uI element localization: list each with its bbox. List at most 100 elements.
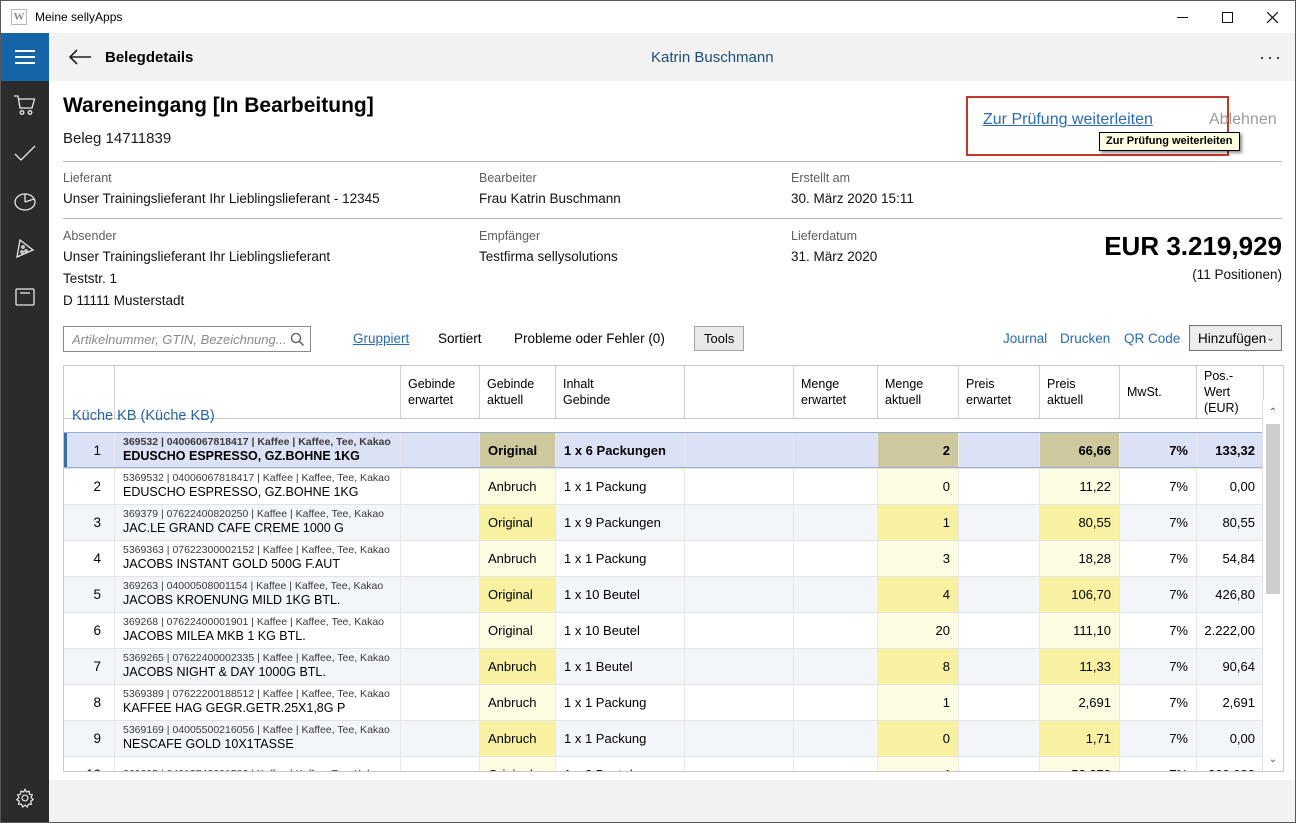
hamburger-menu-button[interactable] [1,33,49,81]
table-row[interactable]: 8 5369389 | 07622200188512 | Kaffee | Ka… [64,684,1264,720]
table-row[interactable]: 3 369379 | 07622400820250 | Kaffee | Kaf… [64,504,1264,540]
preis-aktuell-cell[interactable]: 106,70 [1040,577,1120,612]
search-input[interactable] [64,332,290,347]
search-box[interactable] [63,326,311,352]
drucken-link[interactable]: Drucken [1060,331,1110,346]
sidebar-item-journal[interactable] [1,273,49,321]
sidebar-item-reports[interactable] [1,177,49,225]
menge-erwartet-cell [794,541,878,576]
gebinde-aktuell-cell[interactable]: Anbruch [480,649,556,684]
column-header[interactable]: Gebindeerwartet [401,366,480,419]
more-options-button[interactable]: ··· [1259,33,1283,81]
close-button[interactable] [1250,2,1295,33]
gebinde-aktuell-cell[interactable]: Original [480,757,556,772]
sidebar-item-orders[interactable] [1,81,49,129]
spacer-cell [685,649,794,684]
checkmark-icon [13,144,37,162]
search-icon[interactable] [290,332,304,346]
menge-aktuell-cell[interactable]: 4 [878,577,959,612]
gebinde-aktuell-cell[interactable]: Original [480,505,556,540]
gebinde-erwartet-cell [401,541,480,576]
back-button[interactable] [63,33,97,81]
empfaenger-value: Testfirma sellysolutions [479,249,618,264]
menge-aktuell-cell[interactable]: 2 [878,433,959,467]
gebinde-aktuell-cell[interactable]: Original [480,577,556,612]
maximize-button[interactable] [1205,2,1250,33]
vertical-scrollbar[interactable]: ⌃ ⌄ [1262,400,1283,771]
preis-aktuell-cell[interactable]: 52,272 [1040,757,1120,772]
preis-aktuell-cell[interactable]: 80,55 [1040,505,1120,540]
current-user-label[interactable]: Katrin Buschmann [651,33,774,81]
sidebar-item-food[interactable] [1,225,49,273]
preis-aktuell-cell[interactable]: 18,28 [1040,541,1120,576]
column-header[interactable]: Pos.-Wert(EUR) [1197,366,1264,419]
menge-aktuell-cell[interactable]: 1 [878,685,959,720]
column-header[interactable]: InhaltGebinde [556,366,685,419]
spacer-cell [685,757,794,772]
table-row[interactable]: 1 369532 | 04006067818417 | Kaffee | Kaf… [64,432,1264,468]
menge-aktuell-cell[interactable]: 20 [878,613,959,648]
column-header[interactable]: Preisaktuell [1040,366,1120,419]
menge-aktuell-cell[interactable]: 4 [878,757,959,772]
gebinde-aktuell-cell[interactable]: Original [480,433,556,467]
scrollbar-thumb[interactable] [1266,424,1280,594]
table-row[interactable]: 2 5369532 | 04006067818417 | Kaffee | Ka… [64,468,1264,504]
qr-code-link[interactable]: QR Code [1124,331,1180,346]
gebinde-aktuell-cell[interactable]: Anbruch [480,721,556,756]
preis-aktuell-cell[interactable]: 11,22 [1040,469,1120,504]
gebinde-aktuell-cell[interactable]: Original [480,613,556,648]
pos-wert-cell: 133,32 [1197,433,1264,467]
column-header[interactable]: Mengeaktuell [878,366,959,419]
journal-link[interactable]: Journal [1003,331,1047,346]
hinzufuegen-dropdown[interactable]: Hinzufügen ⌄ [1189,325,1282,351]
menge-aktuell-cell[interactable]: 1 [878,505,959,540]
scroll-up-icon[interactable]: ⌃ [1263,404,1283,420]
row-number-cell: 10 [64,757,115,772]
sortiert-toggle[interactable]: Sortiert [438,331,482,346]
table-row[interactable]: 5 369263 | 04000508001154 | Kaffee | Kaf… [64,576,1264,612]
table-row[interactable]: 10 369295 | 04013743001582 | Kaffee | Ka… [64,756,1264,772]
minimize-button[interactable] [1160,2,1205,33]
pos-wert-cell: 0,00 [1197,469,1264,504]
sidebar-item-settings[interactable] [1,774,49,822]
table-row[interactable]: 4 5369363 | 07622300002152 | Kaffee | Ka… [64,540,1264,576]
preis-aktuell-cell[interactable]: 111,10 [1040,613,1120,648]
probleme-filter[interactable]: Probleme oder Fehler (0) [514,331,665,346]
menge-aktuell-cell[interactable]: 8 [878,649,959,684]
menge-erwartet-cell [794,613,878,648]
preis-aktuell-cell[interactable]: 66,66 [1040,433,1120,467]
article-name: JACOBS KROENUNG MILD 1KG BTL. [123,593,340,609]
preis-aktuell-cell[interactable]: 11,33 [1040,649,1120,684]
column-header[interactable] [685,366,794,419]
preis-aktuell-cell[interactable]: 2,691 [1040,685,1120,720]
mwst-cell: 7% [1120,505,1197,540]
article-name: KAFFEE HAG GEGR.GETR.25X1,8G P [123,701,345,717]
column-header[interactable]: Mengeerwartet [794,366,878,419]
table-row[interactable]: 7 5369265 | 07622400002335 | Kaffee | Ka… [64,648,1264,684]
column-header[interactable]: Gebindeaktuell [480,366,556,419]
gebinde-aktuell-cell[interactable]: Anbruch [480,541,556,576]
gebinde-aktuell-cell[interactable]: Anbruch [480,469,556,504]
pos-wert-cell: 0,00 [1197,721,1264,756]
article-cell: 5369389 | 07622200188512 | Kaffee | Kaff… [115,685,401,720]
spacer-cell [685,541,794,576]
menge-aktuell-cell[interactable]: 0 [878,721,959,756]
column-header[interactable]: MwSt. [1120,366,1197,419]
tools-button[interactable]: Tools [694,326,744,351]
spacer-cell [685,577,794,612]
scroll-down-icon[interactable]: ⌄ [1263,751,1283,767]
spacer-cell [685,685,794,720]
app-window: W Meine sellyApps Belegdetails Katrin Bu… [0,0,1296,823]
gruppiert-toggle[interactable]: Gruppiert [353,331,409,346]
book-icon [13,287,37,307]
gebinde-aktuell-cell[interactable]: Anbruch [480,685,556,720]
column-header[interactable]: Preiserwartet [959,366,1040,419]
preis-aktuell-cell[interactable]: 1,71 [1040,721,1120,756]
table-row[interactable]: 9 5369169 | 04005500216056 | Kaffee | Ka… [64,720,1264,756]
menge-aktuell-cell[interactable]: 0 [878,469,959,504]
forward-for-review-link[interactable]: Zur Prüfung weiterleiten [983,111,1153,129]
pizza-slice-icon [13,237,37,261]
menge-aktuell-cell[interactable]: 3 [878,541,959,576]
table-row[interactable]: 6 369268 | 07622400001901 | Kaffee | Kaf… [64,612,1264,648]
sidebar-item-tasks[interactable] [1,129,49,177]
